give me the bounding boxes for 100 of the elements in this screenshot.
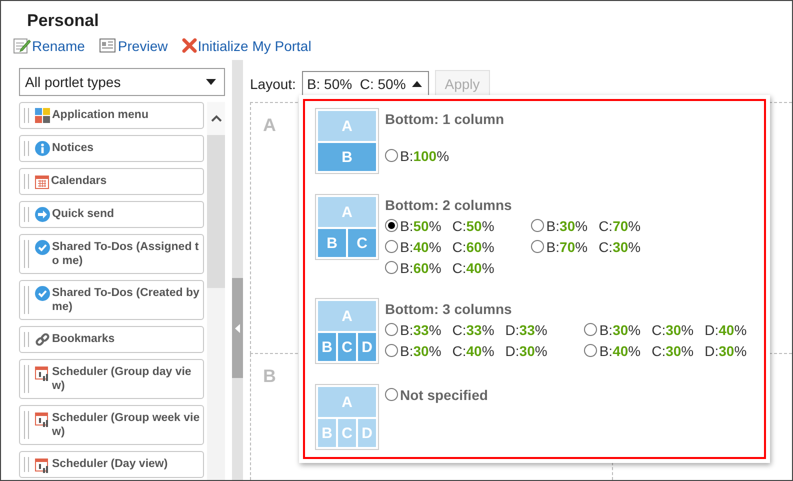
radio-button[interactable]: [385, 388, 398, 401]
thumbnail-column: C: [348, 229, 376, 257]
drag-handle-icon[interactable]: [24, 365, 29, 393]
layout-label: Layout:: [250, 76, 296, 92]
option-label: C:33%: [452, 322, 494, 338]
portlet-item[interactable]: Application menu: [19, 102, 204, 129]
drag-handle-icon[interactable]: [24, 457, 29, 472]
drag-handle-icon[interactable]: [24, 240, 29, 268]
option-label: C:60%: [452, 238, 494, 254]
option-label: C:40%: [452, 260, 494, 276]
scrollbar-thumb[interactable]: [207, 135, 225, 288]
portlet-name: Scheduler (Group week view): [52, 411, 200, 439]
thumbnail-top: A: [318, 301, 376, 331]
portlet-item[interactable]: Scheduler (Group week view): [19, 405, 204, 445]
document-icon: [98, 38, 117, 53]
drag-handle-icon[interactable]: [24, 332, 29, 347]
chevron-up-icon: [210, 115, 222, 122]
portlet-name: Quick send: [52, 207, 115, 222]
toolbar-link[interactable]: Preview: [98, 38, 168, 54]
portlet-name: Shared To-Dos (Created by me): [52, 286, 200, 314]
portlet-item[interactable]: Scheduler (Group day view): [19, 359, 204, 399]
radio-button[interactable]: [584, 344, 598, 357]
radio-button[interactable]: [385, 344, 398, 357]
collapse-handle[interactable]: [232, 278, 243, 378]
radio-button[interactable]: [584, 323, 598, 336]
thumbnail-column: B: [318, 419, 336, 447]
calendar-chart-icon: [35, 411, 50, 427]
option-label: D:40%: [704, 322, 747, 338]
collapse-left-icon: [235, 324, 240, 332]
drag-handle-icon[interactable]: [24, 286, 29, 314]
portlet-item[interactable]: Shared To-Dos (Created by me): [19, 280, 204, 320]
caret-icon: [206, 79, 216, 85]
drag-handle-icon[interactable]: [24, 174, 29, 189]
option-label: D:33%: [505, 322, 548, 338]
option-label: B:40%: [599, 342, 641, 358]
portlet-name: Application menu: [52, 108, 150, 123]
zone-label: B: [263, 366, 276, 386]
toolbar-link[interactable]: Rename: [13, 37, 85, 54]
portlet-item[interactable]: Quick send: [19, 201, 204, 228]
option-label: D:30%: [505, 342, 548, 358]
radio-button[interactable]: [385, 323, 398, 336]
portlet-item[interactable]: Shared To-Dos (Assigned to me): [19, 234, 204, 274]
portlet-item[interactable]: Notices: [19, 135, 204, 162]
thumbnail-top: A: [318, 387, 376, 417]
link-icon: [35, 332, 50, 347]
group-title: Bottom: 1 column: [385, 110, 504, 129]
option-label: D:30%: [704, 342, 747, 358]
calendar-icon: [35, 174, 49, 189]
calendar-chart-icon: [35, 365, 50, 381]
option-label: C:40%: [452, 342, 494, 358]
scroll-up-button[interactable]: [207, 102, 225, 135]
check-badge-icon: [35, 286, 50, 301]
radio-button[interactable]: [385, 149, 398, 162]
calendar-chart-icon: [35, 457, 50, 473]
option-label: C:50%: [452, 218, 494, 234]
radio-button[interactable]: [385, 240, 398, 253]
zone-label: A: [263, 115, 276, 135]
portlet-name: Calendars: [51, 174, 108, 189]
drag-handle-icon[interactable]: [24, 411, 29, 439]
drag-handle-icon[interactable]: [24, 141, 29, 156]
delete-icon: [182, 38, 197, 53]
app-grid-icon: [35, 108, 50, 123]
portlet-name: Notices: [52, 141, 95, 156]
radio-button[interactable]: [531, 219, 544, 232]
thumbnail-column: D: [358, 419, 376, 447]
option-label: Not specified: [400, 386, 488, 402]
thumbnail-top: A: [318, 197, 376, 227]
portlet-name: Scheduler (Day view): [52, 457, 169, 472]
option-label: B:70%: [546, 238, 588, 254]
option-label: B:100%: [400, 148, 450, 164]
thumbnail-column: D: [358, 333, 376, 361]
thumbnail-column: B: [318, 143, 376, 171]
option-label: B:30%: [599, 322, 641, 338]
portlet-type-select[interactable]: All portlet types: [19, 68, 225, 96]
group-title: Bottom: 3 columns: [385, 300, 513, 319]
portlet-item[interactable]: Bookmarks: [19, 326, 204, 353]
group-title: Bottom: 2 columns: [385, 196, 513, 215]
option-label: C:30%: [652, 322, 694, 338]
scrollbar[interactable]: [207, 102, 225, 480]
portlet-name: Scheduler (Group day view): [52, 365, 192, 393]
portlet-item[interactable]: Scheduler (Day view): [19, 451, 204, 478]
edit-icon: [13, 37, 31, 54]
portlet-name: Shared To-Dos (Assigned to me): [52, 240, 200, 268]
radio-button[interactable]: [531, 240, 544, 253]
option-label: B:60%: [400, 260, 442, 276]
radio-button[interactable]: [385, 261, 398, 274]
layout-select[interactable]: B: 50% C: 50%: [302, 70, 429, 96]
check-badge-icon: [35, 240, 50, 255]
radio-button[interactable]: [385, 219, 398, 232]
page-title: Personal: [27, 11, 100, 31]
drag-handle-icon[interactable]: [24, 108, 29, 123]
option-label: B:40%: [400, 238, 442, 254]
splitter[interactable]: [232, 60, 243, 480]
toolbar-link[interactable]: Initialize My Portal: [182, 38, 312, 54]
option-label: C:30%: [598, 238, 641, 254]
option-label: B:50%: [400, 218, 442, 234]
drag-handle-icon[interactable]: [24, 207, 29, 222]
option-label: B:30%: [546, 218, 588, 234]
portlet-item[interactable]: Calendars: [19, 168, 204, 195]
thumbnail-column: C: [338, 333, 356, 361]
